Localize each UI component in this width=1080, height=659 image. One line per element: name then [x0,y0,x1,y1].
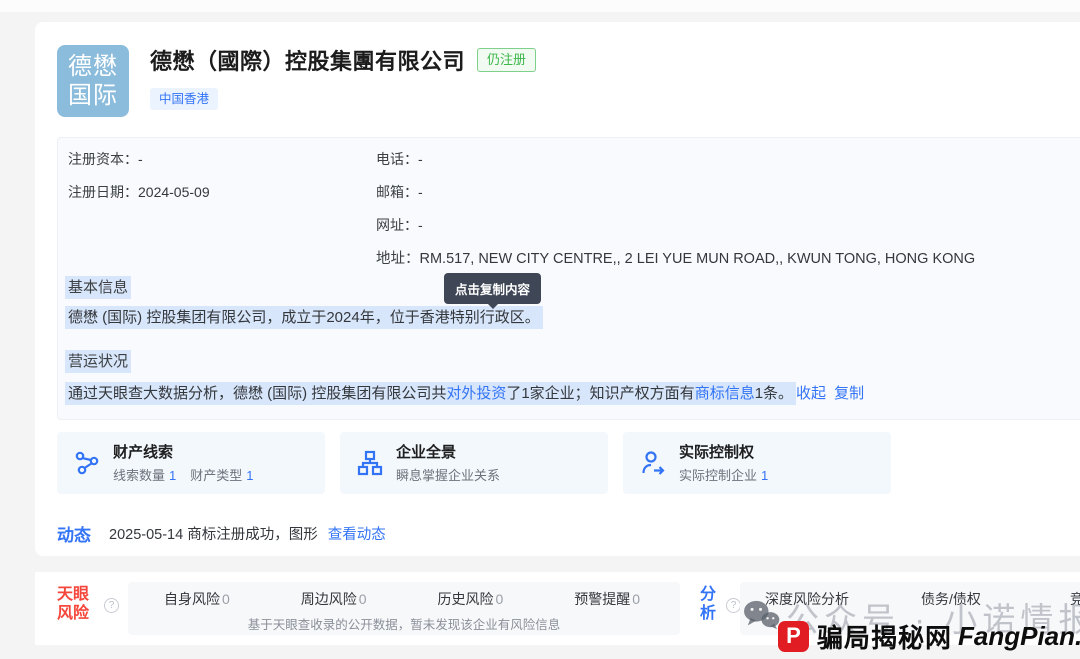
historical-risk-item[interactable]: 历史风险0 [437,589,503,609]
surrounding-risk-label: 周边风险 [301,591,357,607]
historical-risk-label: 历史风险 [437,591,493,607]
view-dynamic-link[interactable]: 查看动态 [328,523,386,544]
risk-note: 基于天眼查收录的公开数据，暂未发现该企业有风险信息 [128,614,680,633]
company-info-panel: 注册资本：- 注册日期：2024-05-09 电话：- 邮箱：- 网址：- 地址… [57,137,1080,420]
actual-control-title: 实际控制权 [679,441,754,462]
operation-seg2: 了1家企业；知识产权方面有 [506,385,694,402]
tianyan-risk-brand-line2: 风险 [57,604,89,623]
info-row-email: 邮箱：- [376,182,423,202]
phone-value: - [418,151,423,167]
warning-reminder-count: 0 [632,591,640,607]
region-tag: 中国香港 [150,88,218,110]
email-label: 邮箱： [376,184,418,200]
risk-items: 自身风险0 周边风险0 历史风险0 预警提醒0 [128,582,680,609]
company-panorama-title: 企业全景 [396,441,456,462]
tianyan-risk-brand: 天眼 风险 [57,585,89,623]
analysis-help-icon[interactable]: ? [726,598,741,613]
risk-summary-box: 自身风险0 周边风险0 历史风险0 预警提醒0 基于天眼查收录的公开数据，暂未发… [128,582,680,635]
company-logo-line2: 国际 [68,81,118,110]
property-clues-icon [73,449,101,477]
analysis-brand-line2: 析 [700,604,716,623]
historical-risk-count: 0 [495,591,503,607]
property-clues-subtitle: 线索数量 1 财产类型 1 [113,465,254,484]
copy-tooltip-text: 点击复制内容 [455,283,530,297]
collapse-link[interactable]: 收起 [796,385,826,402]
address-value: RM.517, NEW CITY CENTRE,, 2 LEI YUE MUN … [420,251,976,267]
self-risk-count: 0 [222,591,230,607]
info-row-registration-date: 注册日期：2024-05-09 [68,182,210,202]
info-row-registered-capital: 注册资本：- [68,149,143,169]
registration-status-badge: 仍注册 [477,48,536,72]
operation-status-heading: 营运状况 [65,350,131,371]
clue-count-label: 线索数量 [113,468,165,483]
info-row-phone: 电话：- [376,149,423,169]
controlled-company-label: 实际控制企业 [679,468,757,483]
page-top-strip [0,0,1080,12]
basic-info-text: 德懋 (国际) 控股集团有限公司，成立于2024年，位于香港特别行政区。 [65,306,543,329]
basic-info-heading: 基本信息 [65,276,131,297]
registered-capital-value: - [138,151,143,167]
surrounding-risk-item[interactable]: 周边风险0 [301,589,367,609]
company-logo-line1: 德懋 [68,52,118,81]
analysis-items: 深度风险分析 债务/债权 竞 [740,582,1080,609]
operation-seg1: 通过天眼查大数据分析，德懋 (国际) 控股集团有限公司共 [68,385,446,402]
company-profile-card: 德懋 国际 德懋（國際）控股集團有限公司 仍注册 中国香港 注册资本：- 注册日… [35,22,1080,556]
controlled-company-value: 1 [761,468,768,483]
property-clues-card[interactable]: 财产线索 线索数量 1 财产类型 1 [57,432,325,494]
operation-seg3: 1条。 [755,385,793,402]
debt-credit-item[interactable]: 债务/债权 [921,589,1070,609]
analysis-brand: 分 析 [700,585,716,623]
info-row-address[interactable]: 地址：RM.517, NEW CITY CENTRE,, 2 LEI YUE M… [376,247,975,268]
company-name: 德懋（國際）控股集團有限公司 [150,44,465,76]
property-type-value: 1 [246,468,253,483]
surrounding-risk-count: 0 [359,591,367,607]
deep-risk-analysis-item[interactable]: 深度风险分析 [765,589,921,609]
website-label: 网址： [376,217,418,233]
operation-status-paragraph[interactable]: 通过天眼查大数据分析，德懋 (国际) 控股集团有限公司共对外投资了1家企业；知识… [65,382,864,403]
company-panorama-subtitle: 瞬息掌握企业关系 [396,465,500,484]
registration-date-label: 注册日期： [68,184,138,200]
copy-tooltip: 点击复制内容 [444,273,541,304]
self-risk-item[interactable]: 自身风险0 [164,589,230,609]
basic-info-heading-text: 基本信息 [65,276,131,299]
registered-capital-label: 注册资本： [68,151,138,167]
self-risk-label: 自身风险 [164,591,220,607]
outbound-investment-link[interactable]: 对外投资 [446,385,506,402]
analysis-brand-line1: 分 [700,585,716,604]
registration-date-value: 2024-05-09 [138,184,210,200]
page-bottom-strip [0,645,1080,659]
actual-control-icon [639,449,667,477]
company-panorama-icon [356,449,384,477]
warning-reminder-item[interactable]: 预警提醒0 [574,589,640,609]
tianyan-risk-brand-line1: 天眼 [57,585,89,604]
website-value: - [418,217,423,233]
company-title-row: 德懋（國際）控股集團有限公司 仍注册 [150,44,536,76]
risk-help-icon[interactable]: ? [104,598,119,613]
trademark-info-link[interactable]: 商标信息 [695,385,755,402]
info-row-website: 网址：- [376,215,423,235]
dynamic-text: 2025-05-14 商标注册成功，图形 [109,523,318,544]
basic-info-paragraph[interactable]: 德懋 (国际) 控股集团有限公司，成立于2024年，位于香港特别行政区。 [65,306,543,327]
property-type-label: 财产类型 [190,468,242,483]
dynamic-row: 动态 2025-05-14 商标注册成功，图形 查看动态 [57,521,386,546]
company-logo: 德懋 国际 [57,45,129,117]
address-label: 地址： [376,251,420,267]
operation-status-heading-text: 营运状况 [65,350,131,373]
operation-status-text: 通过天眼查大数据分析，德懋 (国际) 控股集团有限公司共对外投资了1家企业；知识… [65,382,796,405]
dynamic-label: 动态 [57,521,91,546]
risk-section-card: 天眼 风险 ? 自身风险0 周边风险0 历史风险0 预警提醒0 基于天眼查收录的… [35,572,1080,645]
property-clues-title: 财产线索 [113,441,173,462]
analysis-box: 深度风险分析 债务/债权 竞 [740,582,1080,635]
warning-reminder-label: 预警提醒 [574,591,630,607]
phone-label: 电话： [376,151,418,167]
actual-control-card[interactable]: 实际控制权 实际控制企业 1 [623,432,891,494]
email-value: - [418,184,423,200]
company-panorama-card[interactable]: 企业全景 瞬息掌握企业关系 [340,432,608,494]
competition-item[interactable]: 竞 [1070,589,1080,609]
clue-count-value: 1 [169,468,176,483]
copy-link[interactable]: 复制 [834,385,864,402]
actual-control-subtitle: 实际控制企业 1 [679,465,768,484]
